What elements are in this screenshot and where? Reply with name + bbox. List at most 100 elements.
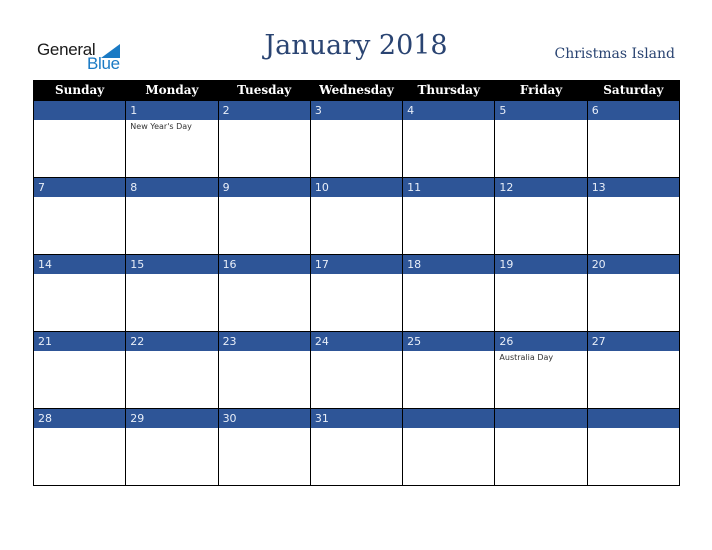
day-cell[interactable]: 13 (586, 177, 681, 255)
day-cell[interactable]: 15 (125, 254, 219, 332)
holiday-label (311, 428, 402, 430)
day-number (495, 409, 587, 428)
day-number: 9 (218, 178, 310, 197)
holiday-label (219, 351, 310, 353)
region-label: Christmas Island (554, 46, 675, 62)
day-cell[interactable]: 1 New Year's Day (125, 100, 219, 178)
calendar-grid: Sunday Monday Tuesday Wednesday Thursday… (32, 80, 681, 486)
day-number: 21 (34, 332, 126, 351)
holiday-label: Australia Day (499, 353, 554, 362)
day-cell[interactable] (586, 408, 681, 486)
day-number: 5 (495, 101, 587, 120)
day-cell[interactable]: 14 (32, 254, 127, 332)
weekday-header: Saturday (586, 80, 681, 101)
day-cell[interactable] (402, 408, 496, 486)
day-cell[interactable]: 30 (217, 408, 311, 486)
day-cell[interactable]: 18 (402, 254, 496, 332)
day-number: 19 (495, 255, 587, 274)
day-number: 8 (126, 178, 218, 197)
holiday-label (588, 428, 679, 430)
holiday-label (495, 120, 586, 122)
holiday-label (311, 120, 402, 122)
day-cell[interactable]: 5 (494, 100, 588, 178)
day-cell[interactable]: 22 (125, 331, 219, 409)
day-number: 10 (310, 178, 403, 197)
holiday-label (34, 120, 125, 122)
day-number: 13 (587, 178, 679, 197)
holiday-label (495, 197, 586, 199)
day-cell[interactable]: 12 (494, 177, 588, 255)
holiday-label (126, 274, 217, 276)
day-cell[interactable]: 27 (586, 331, 681, 409)
day-number: 4 (403, 101, 495, 120)
day-cell[interactable]: 31 (309, 408, 404, 486)
day-cell[interactable]: 6 (586, 100, 681, 178)
day-cell[interactable]: 26 Australia Day (494, 331, 588, 409)
holiday-label (311, 274, 402, 276)
day-cell[interactable]: 9 (217, 177, 311, 255)
week-row: 1 New Year's Day 2 3 4 5 6 (32, 100, 681, 178)
weekday-header-row: Sunday Monday Tuesday Wednesday Thursday… (32, 80, 681, 101)
day-number: 22 (126, 332, 218, 351)
holiday-label (219, 120, 310, 122)
weekday-header: Monday (125, 80, 219, 101)
day-number: 28 (34, 409, 126, 428)
day-number: 14 (34, 255, 126, 274)
holiday-label (403, 120, 494, 122)
day-cell[interactable]: 28 (32, 408, 127, 486)
day-cell[interactable]: 25 (402, 331, 496, 409)
weekday-header: Friday (494, 80, 588, 101)
day-number: 20 (587, 255, 679, 274)
day-cell[interactable]: 29 (125, 408, 219, 486)
day-number: 1 (126, 101, 218, 120)
holiday-label (34, 428, 125, 430)
holiday-label (34, 274, 125, 276)
day-cell[interactable]: 23 (217, 331, 311, 409)
day-cell[interactable]: 20 (586, 254, 681, 332)
day-cell[interactable]: 4 (402, 100, 496, 178)
day-cell[interactable]: 16 (217, 254, 311, 332)
day-cell[interactable]: 8 (125, 177, 219, 255)
week-row: 28 29 30 31 (32, 408, 681, 486)
day-number: 3 (310, 101, 403, 120)
day-cell[interactable]: 7 (32, 177, 127, 255)
day-number: 26 (495, 332, 587, 351)
holiday-label (311, 351, 402, 353)
day-number: 18 (403, 255, 495, 274)
holiday-label (588, 274, 679, 276)
day-number: 23 (218, 332, 310, 351)
holiday-label (126, 428, 217, 430)
holiday-label (495, 274, 586, 276)
holiday-label: New Year's Day (130, 122, 192, 131)
week-row: 7 8 9 10 11 12 13 (32, 177, 681, 255)
day-cell[interactable] (494, 408, 588, 486)
day-cell[interactable]: 3 (309, 100, 404, 178)
holiday-label (34, 197, 125, 199)
day-number (34, 101, 126, 120)
day-cell[interactable]: 2 (217, 100, 311, 178)
day-cell[interactable]: 24 (309, 331, 404, 409)
weekday-header: Wednesday (309, 80, 404, 101)
day-number: 27 (587, 332, 679, 351)
day-number: 17 (310, 255, 403, 274)
day-number: 31 (310, 409, 403, 428)
week-row: 14 15 16 17 18 19 20 (32, 254, 681, 332)
day-number: 16 (218, 255, 310, 274)
holiday-label (219, 197, 310, 199)
holiday-label (495, 428, 586, 430)
weekday-header: Thursday (402, 80, 496, 101)
day-number: 30 (218, 409, 310, 428)
day-number: 7 (34, 178, 126, 197)
holiday-label (219, 428, 310, 430)
day-cell[interactable]: 19 (494, 254, 588, 332)
holiday-label (588, 197, 679, 199)
day-cell[interactable]: 21 (32, 331, 127, 409)
holiday-label (403, 428, 494, 430)
day-cell[interactable]: 10 (309, 177, 404, 255)
day-cell[interactable]: 11 (402, 177, 496, 255)
day-cell[interactable]: 17 (309, 254, 404, 332)
day-cell[interactable] (32, 100, 127, 178)
day-number (403, 409, 495, 428)
weekday-header: Tuesday (217, 80, 311, 101)
holiday-label (403, 274, 494, 276)
